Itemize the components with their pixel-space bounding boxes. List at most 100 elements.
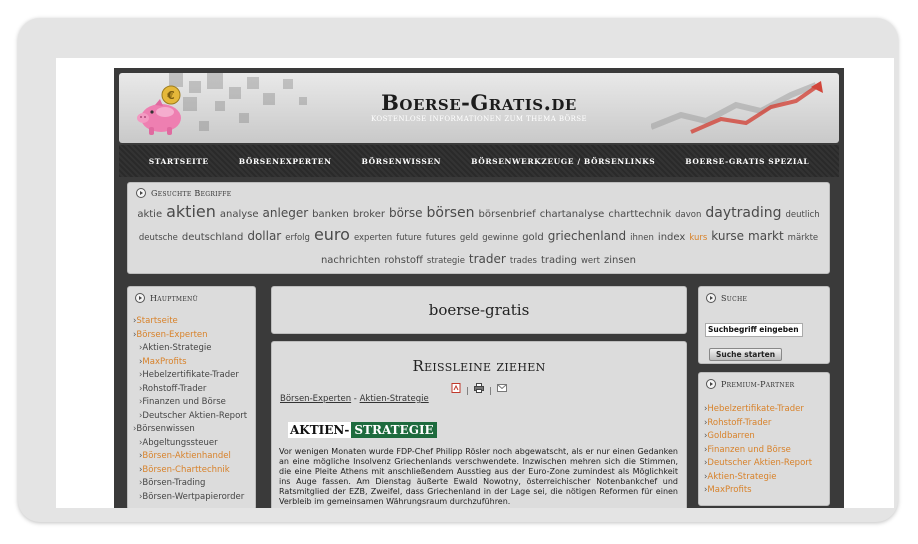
main-menu-box: Hauptmenü StartseiteBörsen-ExpertenAktie… (127, 286, 256, 508)
article-box: Reissleine ziehen | | Börsen-Experten - … (271, 341, 687, 508)
tag-futures[interactable]: futures (426, 229, 456, 248)
tag-cloud: aktie aktien analyse anleger banken broker bör… (128, 202, 829, 271)
tag-trader[interactable]: trader (469, 250, 506, 269)
tag-trades[interactable]: trades (510, 252, 537, 271)
tag-wert[interactable]: wert (581, 252, 600, 271)
tag-chartanalyse[interactable]: chartanalyse (540, 205, 605, 224)
tag-ihnen[interactable]: ihnen (630, 229, 654, 248)
page-viewport: € Boerse-Gratis.de KOSTENLOSE INFORMATIO… (56, 58, 894, 508)
main-menu-list: StartseiteBörsen-ExpertenAktien-Strategi… (128, 303, 255, 504)
search-input[interactable] (705, 322, 803, 337)
search-heading: Suche (699, 287, 829, 303)
tag-anleger[interactable]: anleger (263, 204, 309, 223)
tag-deutschland[interactable]: deutschland (182, 228, 243, 247)
tag-future[interactable]: future (396, 229, 422, 248)
menu-item[interactable]: Börsenwissen (133, 423, 255, 437)
tool-separator: | (489, 386, 492, 395)
search-box: Suche Suche starten (698, 286, 830, 364)
search-heading-text: Suche (721, 293, 748, 303)
menu-item[interactable]: Börsen-Aktienhandel (133, 450, 255, 464)
nav-boersenwissen[interactable]: BÖRSENWISSEN (362, 157, 442, 166)
pdf-icon[interactable] (451, 383, 461, 393)
tag-experten[interactable]: experten (354, 229, 392, 248)
main-navigation: STARTSEITE BÖRSENEXPERTEN BÖRSENWISSEN B… (119, 145, 839, 177)
search-form (699, 303, 829, 337)
tag-deutlich[interactable]: deutlich (786, 206, 820, 225)
logo-text-part2: STRATEGIE (351, 422, 437, 438)
menu-item[interactable]: Börsen-Trading (133, 477, 255, 491)
partner-list: Hebelzertifikate-TraderRohstoff-TraderGo… (699, 389, 829, 498)
tag-gewinne[interactable]: gewinne (482, 229, 518, 248)
tag-line-3: nachrichten rohstoff strategie trader trades… (132, 248, 825, 271)
partner-link[interactable]: Finanzen und Börse (704, 444, 829, 458)
browser-frame: € Boerse-Gratis.de KOSTENLOSE INFORMATIO… (18, 18, 898, 522)
menu-item[interactable]: Rohstoff-Trader (133, 383, 255, 397)
tag-aktie[interactable]: aktie (137, 205, 162, 224)
tag-index[interactable]: index (658, 228, 685, 247)
partner-link[interactable]: Hebelzertifikate-Trader (704, 403, 829, 417)
tag-markt[interactable]: markt (748, 227, 784, 246)
crumb-boersen-experten[interactable]: Börsen-Experten (280, 394, 351, 404)
tag-geld[interactable]: geld (460, 229, 478, 248)
tag-kurse[interactable]: kurse (711, 227, 744, 246)
tag-cloud-box: Gesuchte Begriffe aktie aktien analyse anle… (127, 182, 830, 274)
logo-text-part1: AKTIEN- (288, 422, 352, 438)
tag-rohstoff[interactable]: rohstoff (384, 251, 423, 270)
tag-trading[interactable]: trading (541, 251, 577, 270)
tag-zinsen[interactable]: zinsen (604, 251, 636, 270)
menu-item[interactable]: Börsen-Charttechnik (133, 464, 255, 478)
email-icon[interactable] (496, 383, 507, 393)
tag-broker[interactable]: broker (353, 205, 385, 224)
crumb-separator: - (351, 394, 360, 404)
tag-gold[interactable]: gold (522, 228, 544, 247)
tag-erfolg[interactable]: erfolg (285, 229, 310, 248)
tag-charttechnik[interactable]: charttechnik (608, 205, 671, 224)
menu-item[interactable]: Abgeltungssteuer (133, 437, 255, 451)
tag-davon[interactable]: davon (675, 206, 701, 225)
tag-cloud-heading: Gesuchte Begriffe (128, 183, 829, 198)
tag-daytrading[interactable]: daytrading (705, 204, 781, 223)
tag-börsenbrief[interactable]: börsenbrief (479, 205, 536, 224)
tag-analyse[interactable]: analyse (220, 205, 259, 224)
menu-item[interactable]: Deutscher Aktien-Report (133, 410, 255, 424)
tag-euro[interactable]: euro (314, 225, 350, 244)
nav-startseite[interactable]: STARTSEITE (149, 157, 209, 166)
content-site-title: boerse-gratis (428, 301, 530, 319)
tag-strategie[interactable]: strategie (427, 252, 465, 271)
menu-item[interactable]: Startseite (133, 315, 255, 329)
crumb-aktien-strategie[interactable]: Aktien-Strategie (360, 394, 429, 404)
menu-item[interactable]: Börsen-Experten (133, 329, 255, 343)
nav-boersenexperten[interactable]: BÖRSENEXPERTEN (239, 157, 332, 166)
tag-dollar[interactable]: dollar (247, 227, 281, 246)
tag-banken[interactable]: banken (312, 205, 349, 224)
main-menu-heading-text: Hauptmenü (150, 293, 198, 303)
menu-item[interactable]: Finanzen und Börse (133, 396, 255, 410)
tag-börse[interactable]: börse (389, 204, 423, 223)
article-tools: | | (272, 378, 686, 395)
menu-item[interactable]: Börsen-Wertpapierorder (133, 491, 255, 505)
menu-item[interactable]: MaxProfits (133, 356, 255, 370)
partner-link[interactable]: Rohstoff-Trader (704, 417, 829, 431)
menu-item[interactable]: Hebelzertifikate-Trader (133, 369, 255, 383)
tag-börsen[interactable]: börsen (427, 204, 475, 223)
webpage: € Boerse-Gratis.de KOSTENLOSE INFORMATIO… (114, 68, 844, 508)
partner-heading-text: Premium-Partner (721, 379, 795, 389)
nav-boersenwerkzeuge[interactable]: BÖRSENWERKZEUGE / BÖRSENLINKS (471, 157, 655, 166)
tag-märkte[interactable]: märkte (788, 229, 818, 248)
tag-nachrichten[interactable]: nachrichten (321, 251, 380, 270)
print-icon[interactable] (474, 383, 484, 393)
menu-item[interactable]: Aktien-Strategie (133, 342, 255, 356)
tag-deutsche[interactable]: deutsche (139, 229, 178, 248)
partner-link[interactable]: Aktien-Strategie (704, 471, 829, 485)
rising-chart-icon (651, 81, 823, 134)
partner-link[interactable]: Deutscher Aktien-Report (704, 457, 829, 471)
search-button[interactable]: Suche starten (709, 347, 783, 361)
nav-spezial[interactable]: BOERSE-GRATIS SPEZIAL (685, 157, 809, 166)
arrow-circle-icon (136, 188, 146, 198)
partner-link[interactable]: Goldbarren (704, 430, 829, 444)
arrow-circle-icon (135, 293, 145, 303)
tag-kurs[interactable]: kurs (689, 229, 707, 248)
tag-griechenland[interactable]: griechenland (548, 227, 626, 246)
tag-aktien[interactable]: aktien (166, 202, 216, 221)
partner-link[interactable]: MaxProfits (704, 484, 829, 498)
